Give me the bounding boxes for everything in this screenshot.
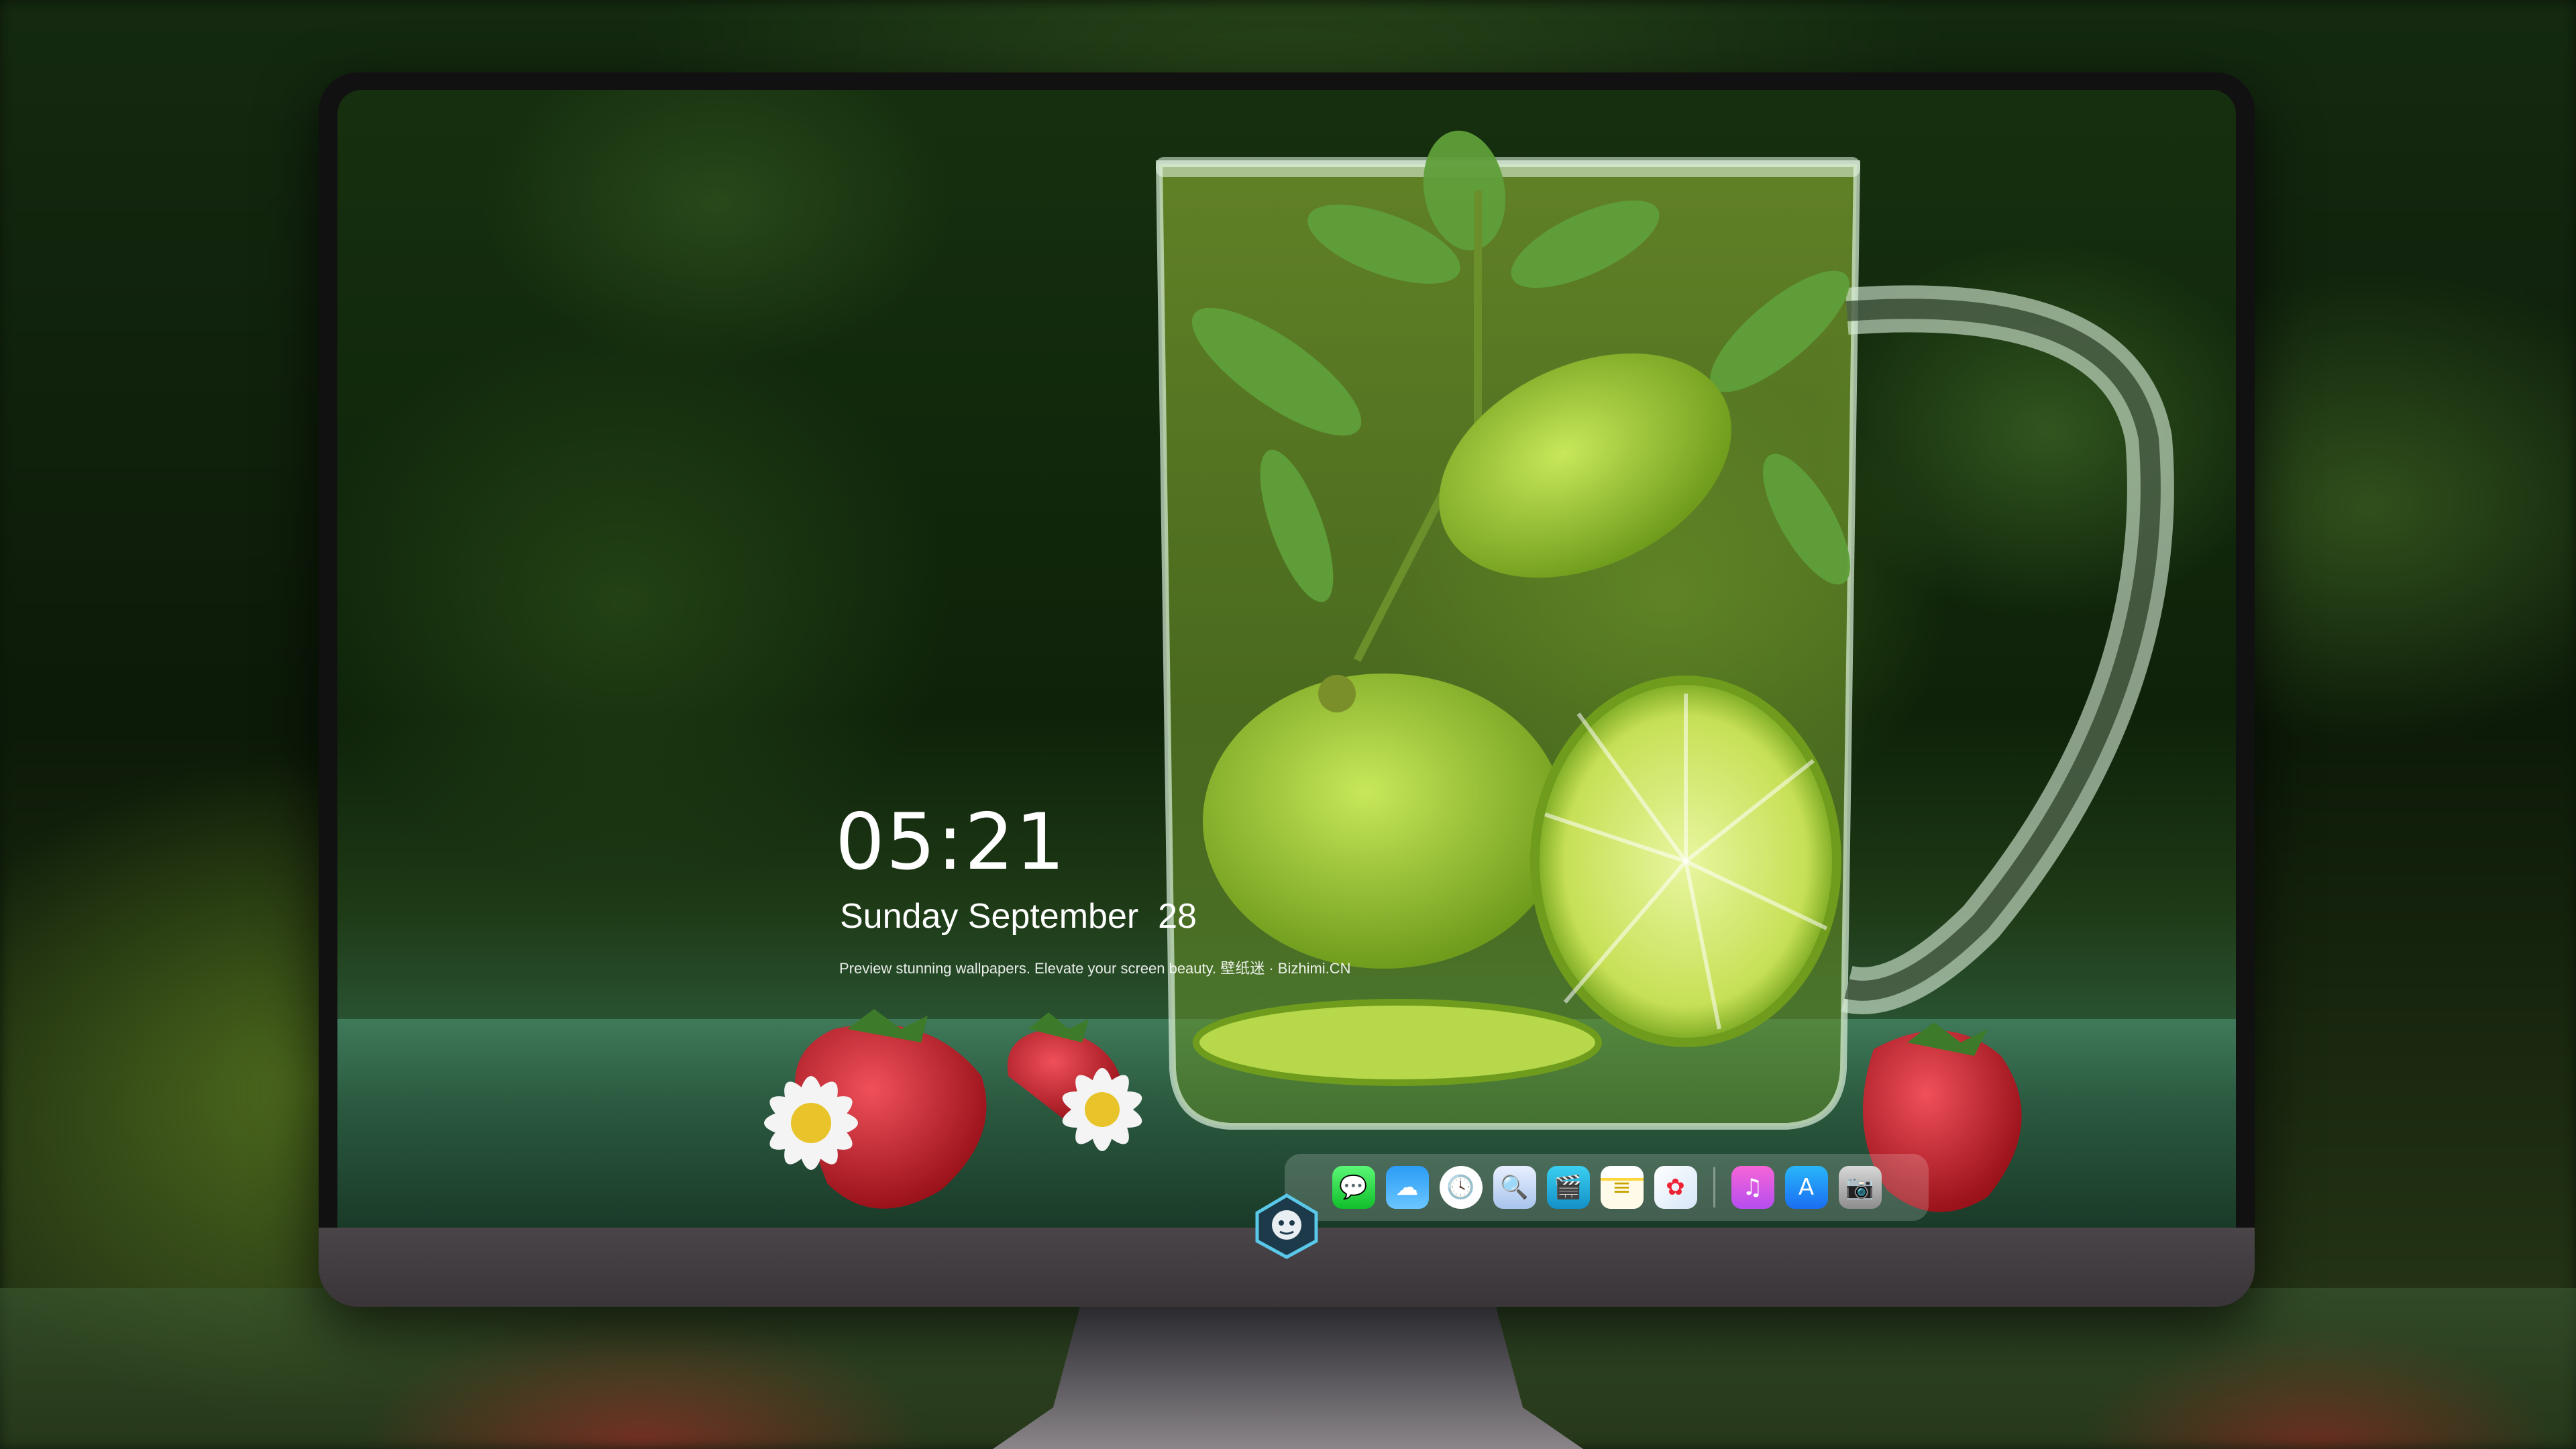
video-icon[interactable]: 🎬 [1546, 1166, 1590, 1209]
lock-date: Sunday September 28 [840, 897, 1197, 936]
brand-logo-icon [1255, 1193, 1318, 1259]
lock-clock: 05:21 [835, 797, 1067, 888]
notes-icon[interactable]: ≡ [1600, 1166, 1644, 1209]
monitor-stand [993, 1307, 1583, 1449]
weather-icon[interactable]: ☁ [1385, 1166, 1429, 1209]
music-icon[interactable]: ♫ [1731, 1166, 1774, 1209]
screen-wallpaper: 05:21 Sunday September 28 Preview stunni… [337, 90, 2236, 1228]
clock-icon[interactable]: 🕓 [1439, 1166, 1483, 1209]
preview-icon[interactable]: 🔍 [1493, 1166, 1536, 1209]
messages-icon[interactable]: 💬 [1332, 1166, 1375, 1209]
wallpaper-illustration [764, 130, 2174, 1212]
camera-icon[interactable]: 📷 [1838, 1166, 1882, 1209]
dock-separator [1713, 1167, 1715, 1208]
lock-tagline: Preview stunning wallpapers. Elevate you… [839, 960, 1351, 977]
app-store-icon[interactable]: A [1784, 1166, 1828, 1209]
monitor: 05:21 Sunday September 28 Preview stunni… [319, 72, 2255, 1307]
photo-booth-icon[interactable]: ✿ [1654, 1166, 1697, 1209]
dock: 💬 ☁ 🕓 🔍 🎬 ≡ ✿ ♫ A 📷 [1285, 1154, 1929, 1221]
